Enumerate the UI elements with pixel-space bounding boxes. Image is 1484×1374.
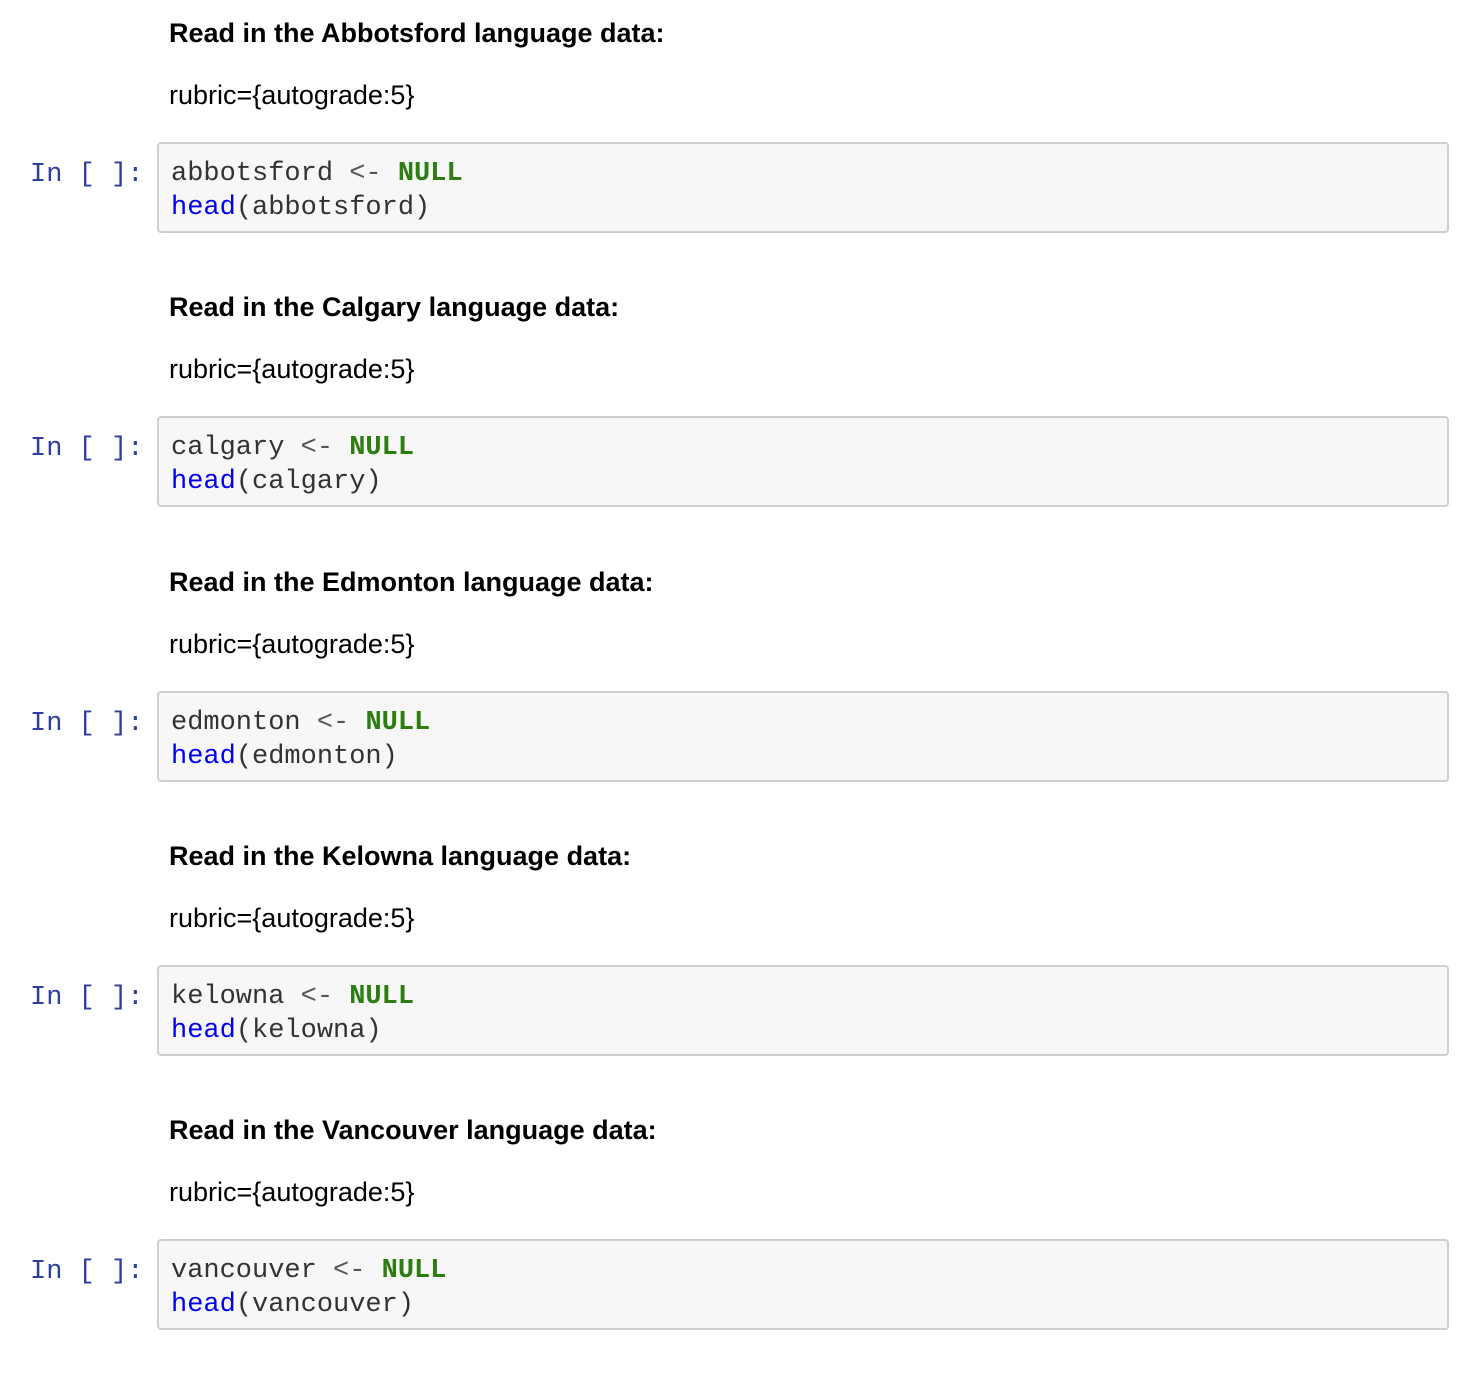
- code-function: head: [171, 467, 236, 497]
- markdown-heading: Read in the Calgary language data:: [169, 292, 620, 322]
- input-prompt: In [ ]:: [30, 160, 144, 190]
- code-var: abbotsford: [171, 159, 334, 189]
- code-assign-op: <-: [300, 982, 334, 1012]
- code-assign-op: <-: [333, 1256, 366, 1286]
- code-function: head: [171, 742, 236, 772]
- code-cell[interactable]: abbotsford <- NULL head(abbotsford): [157, 142, 1449, 233]
- code-cell[interactable]: vancouver <- NULL head(vancouver): [157, 1239, 1449, 1330]
- markdown-heading: Read in the Abbotsford language data:: [169, 18, 665, 48]
- code-arg: vancouver: [252, 1290, 398, 1320]
- code-editor[interactable]: kelowna <- NULL head(kelowna): [171, 980, 414, 1048]
- code-close-paren: ): [381, 742, 398, 772]
- markdown-heading: Read in the Kelowna language data:: [169, 841, 632, 871]
- code-null-keyword: NULL: [365, 708, 431, 738]
- input-prompt: In [ ]:: [30, 1257, 144, 1287]
- code-close-paren: ): [414, 193, 431, 223]
- input-prompt: In [ ]:: [30, 434, 144, 464]
- code-null-keyword: NULL: [349, 982, 415, 1012]
- code-editor[interactable]: vancouver <- NULL head(vancouver): [171, 1254, 446, 1322]
- code-arg: edmonton: [252, 742, 382, 772]
- code-assign-op: <-: [349, 159, 382, 189]
- code-arg: calgary: [252, 467, 366, 497]
- code-null-keyword: NULL: [381, 1256, 447, 1286]
- input-prompt: In [ ]:: [30, 709, 144, 739]
- code-editor[interactable]: edmonton <- NULL head(edmonton): [171, 706, 430, 774]
- code-function: head: [171, 1016, 236, 1046]
- code-cell[interactable]: kelowna <- NULL head(kelowna): [157, 965, 1449, 1056]
- code-open-paren: (: [235, 193, 253, 223]
- markdown-rubric: rubric={autograde:5}: [169, 80, 415, 110]
- code-editor[interactable]: calgary <- NULL head(calgary): [171, 431, 414, 499]
- markdown-heading: Read in the Vancouver language data:: [169, 1115, 657, 1145]
- code-open-paren: (: [235, 467, 253, 497]
- code-var: kelowna: [171, 982, 285, 1012]
- code-close-paren: ): [397, 1290, 415, 1320]
- markdown-heading: Read in the Edmonton language data:: [169, 567, 654, 597]
- input-prompt: In [ ]:: [30, 983, 144, 1013]
- code-cell[interactable]: calgary <- NULL head(calgary): [157, 416, 1449, 507]
- markdown-rubric: rubric={autograde:5}: [169, 1177, 415, 1207]
- code-var: calgary: [171, 433, 285, 463]
- code-close-paren: ): [365, 467, 382, 497]
- markdown-rubric: rubric={autograde:5}: [169, 629, 415, 659]
- code-close-paren: ): [365, 1016, 382, 1046]
- code-assign-op: <-: [300, 433, 334, 463]
- code-null-keyword: NULL: [349, 433, 415, 463]
- markdown-rubric: rubric={autograde:5}: [169, 903, 415, 933]
- code-var: vancouver: [171, 1256, 317, 1286]
- code-editor[interactable]: abbotsford <- NULL head(abbotsford): [171, 157, 463, 225]
- code-function: head: [171, 1290, 236, 1320]
- code-function: head: [171, 193, 236, 223]
- code-arg: kelowna: [252, 1016, 366, 1046]
- markdown-rubric: rubric={autograde:5}: [169, 354, 415, 384]
- code-var: edmonton: [171, 708, 301, 738]
- code-assign-op: <-: [316, 708, 350, 738]
- code-open-paren: (: [235, 742, 253, 772]
- code-open-paren: (: [235, 1290, 253, 1320]
- code-cell[interactable]: edmonton <- NULL head(edmonton): [157, 691, 1449, 782]
- code-null-keyword: NULL: [397, 159, 463, 189]
- code-arg: abbotsford: [252, 193, 415, 223]
- code-open-paren: (: [235, 1016, 253, 1046]
